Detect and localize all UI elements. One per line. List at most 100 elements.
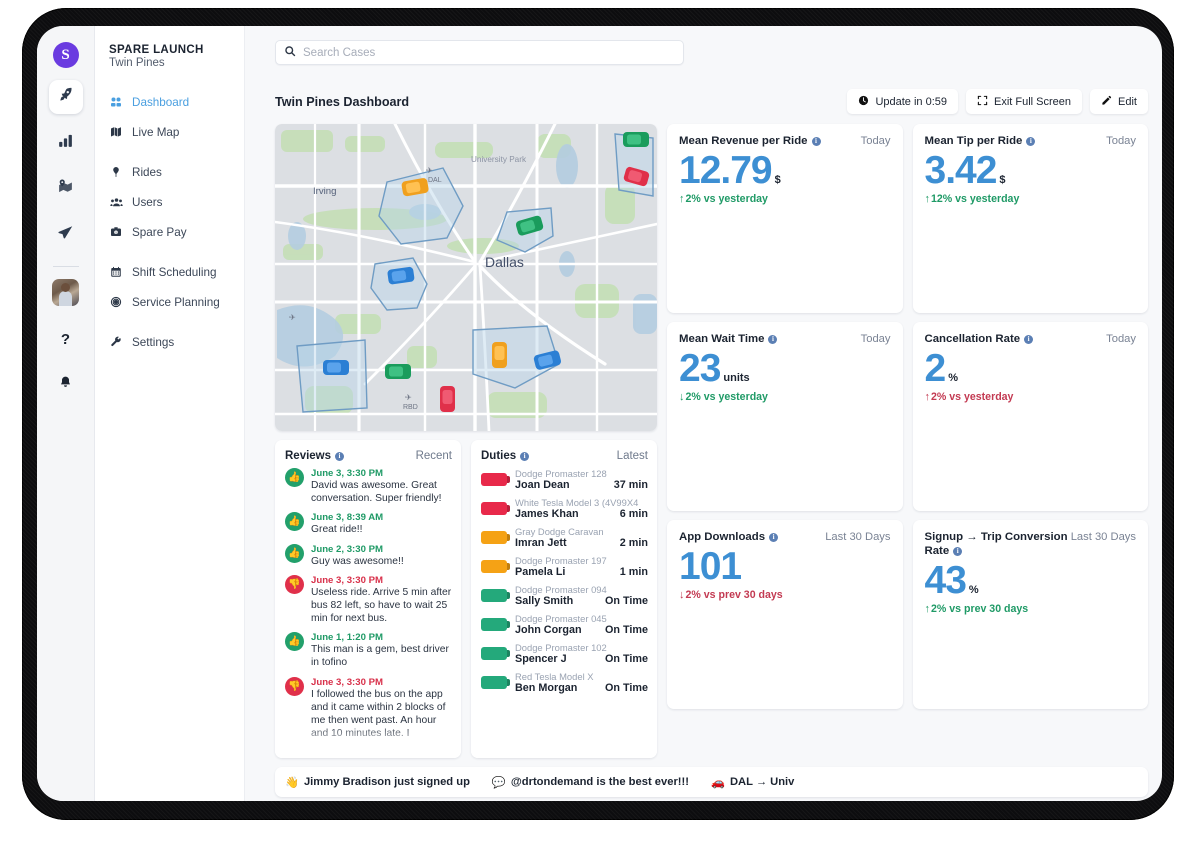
review-item[interactable]: 👍 June 2, 3:30 PM Guy was awesome!! [285, 543, 452, 568]
ticker-text: @drtondemand is the best ever!!! [510, 776, 689, 788]
sidebar-item-rides[interactable]: Rides [109, 159, 244, 185]
sidebar-item-settings[interactable]: Settings [109, 329, 244, 355]
rail-item-notifications[interactable] [49, 368, 83, 402]
reviews-header: Reviews i Recent [285, 450, 452, 462]
info-icon[interactable]: i [811, 136, 821, 146]
duty-item[interactable]: Red Tesla Model X Ben Morgan On Time [481, 671, 648, 694]
metric-card[interactable]: Cancellation Rate i Today 2% ↑2% vs yesterda… [912, 322, 1148, 511]
dashboard-toolbar: Update in 0:59 Exit Full Screen Edit [847, 89, 1148, 114]
metric-header: Mean Wait Time i Today [679, 333, 891, 347]
rail-item-map[interactable] [49, 172, 83, 206]
activity-ticker[interactable]: 👋 Jimmy Bradison just signed up 💬 @drtondem… [275, 767, 1148, 797]
rail-item-help[interactable]: ? [49, 322, 83, 356]
duty-item[interactable]: White Tesla Model 3 (4V99X4 James Khan 6 m… [481, 497, 648, 520]
review-date: June 1, 1:20 PM [311, 632, 383, 644]
metric-value-row: 101 [679, 546, 891, 588]
review-date: June 3, 3:30 PM [311, 468, 383, 479]
metric-delta: ↑2% vs yesterday [679, 193, 891, 205]
metric-card[interactable]: Mean Tip per Ride i Today 3.42 $ ↑12% vs yest… [912, 124, 1148, 313]
metric-period[interactable]: Today [861, 333, 891, 345]
duty-item[interactable]: Dodge Promaster 094 Sally Smith On Time [481, 584, 648, 607]
duties-filter[interactable]: Latest [617, 450, 648, 462]
paper-plane-icon [57, 224, 74, 246]
page-title: Twin Pines Dashboard [275, 94, 410, 109]
metric-value-row: 43% [925, 560, 1137, 602]
sidebar-item-dashboard[interactable]: Dashboard [109, 89, 244, 115]
search-icon [284, 44, 296, 62]
sidebar-item-shift-scheduling[interactable]: Shift Scheduling [109, 259, 244, 285]
duty-item[interactable]: Dodge Promaster 102 Spencer J On Time [481, 642, 648, 665]
metric-delta-text: 2% vs yesterday [685, 192, 768, 205]
review-item[interactable]: 👍 June 1, 1:20 PM This man is a gem, best … [285, 632, 452, 669]
trend-arrow-icon: ↑ [924, 192, 931, 205]
metric-card[interactable]: Signup → Trip Conversion Rate i Last 30 Da… [912, 520, 1148, 709]
metric-delta: ↑2% vs yesterday [925, 391, 1137, 403]
duty-status: On Time [605, 682, 648, 694]
edit-button[interactable]: Edit [1090, 89, 1148, 114]
duty-item[interactable]: Dodge Promaster 197 Pamela Li 1 min [481, 555, 648, 578]
exit-full-screen-button[interactable]: Exit Full Screen [966, 89, 1083, 114]
reviews-filter[interactable]: Recent [416, 450, 452, 462]
ticker-item[interactable]: 👋 Jimmy Bradison just signed up [285, 776, 470, 789]
info-icon[interactable]: i [1024, 334, 1034, 344]
duty-driver: Spencer J [515, 653, 567, 665]
review-date: June 2, 3:30 PM [311, 543, 383, 555]
metric-title: Mean Tip per Ride i [925, 135, 1036, 149]
update-timer-button[interactable]: Update in 0:59 [847, 89, 958, 114]
sidebar-item-spare-pay[interactable]: $ Spare Pay [109, 219, 244, 245]
rail-item-rocket[interactable] [48, 80, 83, 114]
rail-item-analytics[interactable] [49, 126, 83, 160]
vehicle-status-icon [481, 618, 507, 631]
duty-vehicle: White Tesla Model 3 (4V99X4 [515, 497, 639, 508]
metric-delta-text: 12% vs yesterday [931, 192, 1020, 205]
review-item[interactable]: 👍 June 3, 3:30 PM David was awesome. Great… [285, 468, 452, 505]
metric-title-text: Signup → Trip Conversion Rate [924, 531, 1068, 557]
info-icon[interactable]: i [335, 451, 345, 461]
duty-item[interactable]: Gray Dodge Caravan Imran Jett 2 min [481, 526, 648, 549]
review-item[interactable]: 👎 June 3, 3:30 PM Useless ride. Arrive 5 m… [285, 574, 452, 626]
rail-item-send[interactable] [49, 218, 83, 252]
avatar[interactable] [52, 279, 79, 306]
metric-card[interactable]: Mean Wait Time i Today 23 units ↓2% vs yester… [667, 322, 903, 511]
ticker-item[interactable]: 💬 @drtondemand is the best ever!!! [492, 776, 689, 789]
metric-period[interactable]: Last 30 Days [1071, 531, 1136, 543]
users-icon [109, 196, 123, 209]
duty-item[interactable]: Dodge Promaster 128 Joan Dean 37 min [481, 468, 648, 491]
metric-period[interactable]: Last 30 Days [825, 531, 890, 543]
svg-text:✈: ✈ [405, 393, 412, 402]
info-icon[interactable]: i [520, 451, 530, 461]
live-map-card[interactable]: Dallas Irving University Park DAL ✈ RBD … [275, 124, 657, 431]
sidebar-item-users[interactable]: Users [109, 189, 244, 215]
metric-card[interactable]: Mean Revenue per Ride i Today 12.79 $ ↑2% vs … [667, 124, 903, 313]
duties-header: Duties i Latest [481, 450, 648, 462]
duty-driver: Joan Dean [515, 479, 570, 491]
review-item[interactable]: 👍 June 3, 8:39 AM Great ride!! [285, 512, 452, 536]
review-text: Guy was awesome!! [311, 555, 404, 567]
search-input[interactable]: Search Cases [275, 40, 684, 65]
info-icon[interactable]: i [1026, 136, 1036, 146]
metric-delta: ↑12% vs yesterday [925, 193, 1137, 205]
duties-panel: Duties i Latest Dodge Promaster 128 Joan … [471, 440, 657, 758]
main-content: Search Cases Twin Pines Dashboard Update… [245, 26, 1162, 801]
brand-logo-icon[interactable]: S [52, 42, 79, 68]
duty-driver: Ben Morgan [515, 682, 578, 694]
sidebar-brand-subtitle: Twin Pines [109, 57, 165, 69]
metric-card[interactable]: App Downloads i Last 30 Days 101 ↓2% vs prev… [667, 520, 903, 709]
metric-period[interactable]: Today [1106, 333, 1136, 345]
duty-item[interactable]: Dodge Promaster 045 John Corgan On Time [481, 613, 648, 636]
info-icon[interactable]: i [769, 532, 779, 542]
metric-header: Mean Revenue per Ride i Today [679, 135, 891, 149]
ticker-item[interactable]: 🚗 DAL → Univ [711, 776, 794, 789]
sidebar-item-service-planning[interactable]: Service Planning [109, 289, 244, 315]
duty-vehicle: Gray Dodge Caravan [515, 526, 604, 537]
info-icon[interactable]: i [953, 546, 963, 556]
sidebar-brand-title: SPARE LAUNCH [109, 44, 204, 56]
metric-title-text: Mean Revenue per Ride [679, 135, 808, 147]
metric-period[interactable]: Today [861, 135, 891, 147]
sidebar-item-live-map[interactable]: Live Map [109, 119, 244, 145]
metric-period[interactable]: Today [1106, 135, 1136, 147]
info-icon[interactable]: i [768, 334, 778, 344]
ticker-text: Jimmy Bradison just signed up [303, 776, 470, 788]
